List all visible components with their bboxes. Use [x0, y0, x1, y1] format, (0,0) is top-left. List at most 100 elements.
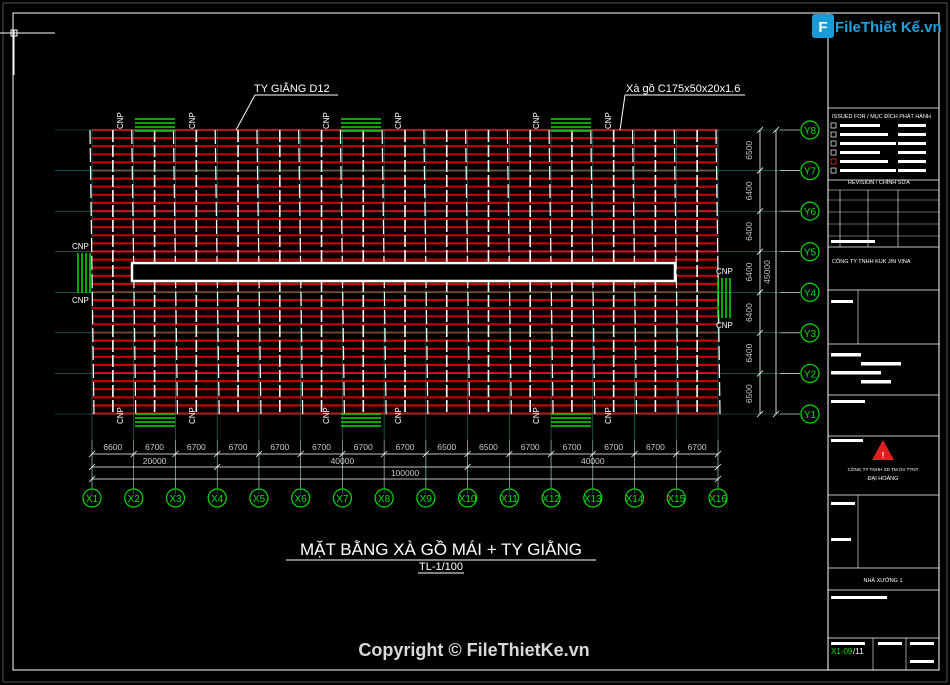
- drawing-scale: TL-1/100: [419, 561, 463, 573]
- dim-text: 6500: [437, 442, 456, 452]
- dim-text: 6400: [744, 303, 754, 322]
- redacted-text: [831, 439, 863, 442]
- grid-label-x: X2: [128, 494, 141, 505]
- title-block-border: [827, 12, 940, 671]
- cnp-label: CNP: [188, 407, 197, 424]
- dim-text: 6700: [604, 442, 623, 452]
- cnp-label: CNP: [604, 407, 613, 424]
- grid-label-x: X14: [626, 494, 644, 505]
- checkbox: [830, 158, 837, 165]
- svg-text:F: F: [818, 19, 827, 36]
- dim-text: 6600: [103, 442, 122, 452]
- grid-label-x: X13: [584, 494, 602, 505]
- purlin-grid: [55, 128, 800, 494]
- ridge-band: [130, 261, 677, 283]
- checkbox: [830, 149, 837, 156]
- contractor-name: CÔNG TY TNHH XD TM DV TTNT: [848, 466, 919, 472]
- cnp-label: CNP: [604, 112, 613, 129]
- redacted-text: [831, 240, 875, 243]
- grid-label-x: X6: [295, 494, 308, 505]
- sheet-total: /11: [853, 647, 864, 656]
- dim-text: 6500: [479, 442, 498, 452]
- grid-label-y: Y3: [804, 329, 817, 340]
- redacted-text: [840, 169, 896, 172]
- checkbox: [830, 122, 837, 129]
- grid-label-x: X15: [667, 494, 685, 505]
- cnp-label: CNP: [716, 267, 733, 276]
- grid-label-y: Y1: [804, 410, 817, 421]
- sheet-border: [2, 2, 948, 683]
- grid-label-x: X7: [336, 494, 349, 505]
- dim-text: 6700: [312, 442, 331, 452]
- cnp-label: CNP: [322, 112, 331, 129]
- grid-label-x: X12: [542, 494, 560, 505]
- grid-label-y: Y2: [804, 369, 817, 380]
- redacted-text: [831, 502, 855, 505]
- redacted-text: [861, 380, 891, 384]
- grid-label-x: X11: [501, 494, 518, 505]
- redacted-text: [878, 642, 902, 645]
- purlin-label: Xà gồ C175x50x20x1.6: [626, 83, 740, 95]
- dim-text: 6500: [744, 384, 754, 403]
- cnp-label: CNP: [716, 321, 733, 330]
- redacted-text: [831, 300, 853, 303]
- checkbox: [830, 131, 837, 138]
- cnp-label: CNP: [188, 112, 197, 129]
- redacted-text: [910, 660, 934, 663]
- tie-rod-label: TY GIẰNG D12: [254, 82, 330, 95]
- redacted-text: [898, 151, 926, 154]
- redacted-text: [861, 362, 901, 366]
- dim-text: 45000: [762, 260, 772, 284]
- grid-label-x: X8: [378, 494, 391, 505]
- dim-text: 6400: [744, 343, 754, 362]
- dim-text: 6400: [744, 181, 754, 200]
- redacted-text: [840, 133, 888, 136]
- dim-text: 6700: [688, 442, 707, 452]
- cnp-label: CNP: [322, 407, 331, 424]
- redacted-text: [840, 151, 880, 154]
- cad-drawing: CNP CNP CNP CNP CNP CNP CNP CNP CNP CNP CNP CNP CNP C…: [0, 2, 948, 683]
- drawing-title: MẶT BẰNG XÀ GỒ MÁI + TY GIẰNG: [300, 540, 582, 559]
- grid-label-x: X4: [211, 494, 224, 505]
- redacted-text: [898, 160, 926, 163]
- grid-label-x: X10: [459, 494, 477, 505]
- redacted-text: [910, 642, 934, 645]
- contractor-name-2: ĐẠI HOÀNG: [868, 475, 899, 482]
- dim-text: 6700: [187, 442, 206, 452]
- cnp-label: CNP: [394, 112, 403, 129]
- filethietke-logo: F FileThiết Kế.vn: [812, 14, 942, 38]
- dim-text: 6700: [354, 442, 373, 452]
- grid-label-y: Y5: [804, 248, 817, 259]
- issued-for-label: ISSUED FOR / MỤC ĐÍCH PHÁT HÀNH: [832, 113, 931, 120]
- dim-text: 6700: [521, 442, 540, 452]
- redacted-text: [840, 124, 880, 127]
- title-block: ISSUED FOR / MỤC ĐÍCH PHÁT HÀNH REVISION …: [827, 12, 940, 671]
- cnp-label: CNP: [394, 407, 403, 424]
- redacted-text: [831, 596, 887, 599]
- redacted-text: [831, 538, 851, 541]
- grid-label-y: Y8: [804, 126, 817, 137]
- redacted-text: [898, 142, 926, 145]
- cnp-label: CNP: [532, 112, 541, 129]
- drawing-frame: [0, 2, 948, 683]
- grid-label-y: Y4: [804, 288, 817, 299]
- dim-text: 6400: [744, 262, 754, 281]
- redacted-text: [840, 160, 888, 163]
- dim-text: 6700: [396, 442, 415, 452]
- cnp-label: CNP: [116, 112, 125, 129]
- copyright-watermark: Copyright © FileThietKe.vn: [358, 640, 589, 660]
- grid-label-x: X9: [420, 494, 433, 505]
- grid-label-x: X16: [709, 494, 727, 505]
- cnp-label: CNP: [72, 242, 89, 251]
- grid-label-x: X3: [169, 494, 182, 505]
- redacted-text: [898, 133, 926, 136]
- cnp-label: CNP: [116, 407, 125, 424]
- dim-text: 6700: [229, 442, 248, 452]
- grid-label-y: Y7: [804, 167, 817, 178]
- redacted-text: [898, 169, 926, 172]
- svg-text:FileThiết Kế.vn: FileThiết Kế.vn: [835, 19, 942, 36]
- redacted-text: [831, 642, 865, 645]
- grid-label-x: X5: [253, 494, 266, 505]
- redacted-text: [840, 142, 896, 145]
- checkbox: [830, 167, 837, 174]
